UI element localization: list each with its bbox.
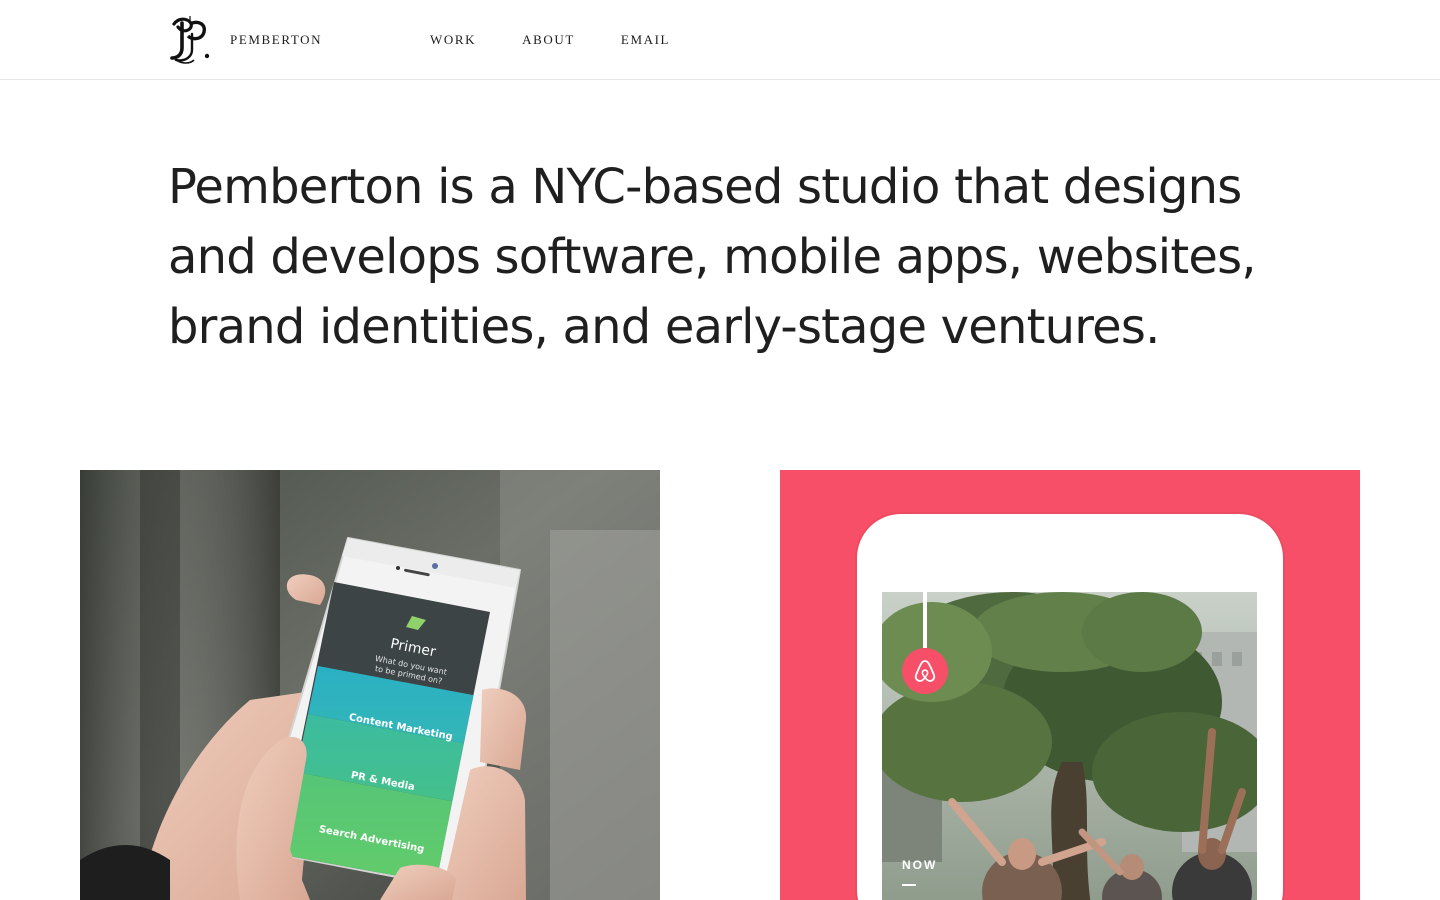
site-header: PEMBERTON WORK ABOUT EMAIL xyxy=(0,0,1440,80)
airbnb-phone-screen: NOW xyxy=(882,592,1257,900)
badge-pin-line xyxy=(923,592,927,648)
airbnb-belo-icon xyxy=(914,660,936,682)
primer-phone-photo xyxy=(80,470,660,900)
nav-work[interactable]: WORK xyxy=(430,32,476,48)
pemberton-logo-icon xyxy=(170,16,210,64)
project-tile-airbnb[interactable]: NOW xyxy=(780,470,1360,900)
airbnb-badge[interactable] xyxy=(902,648,948,694)
home-logo-link[interactable]: PEMBERTON xyxy=(168,14,322,66)
nav-about[interactable]: ABOUT xyxy=(522,32,575,48)
logo-wordmark: PEMBERTON xyxy=(230,32,323,47)
now-label: NOW xyxy=(902,858,938,872)
studio-intro: Pemberton is a NYC-based studio that des… xyxy=(168,159,1257,355)
now-underline xyxy=(902,884,916,886)
nav-email[interactable]: EMAIL xyxy=(621,32,670,48)
project-tile-primer[interactable]: Primer What do you want to be primed on?… xyxy=(80,470,660,900)
outdoor-yoga-photo xyxy=(882,592,1257,900)
main-nav: WORK ABOUT EMAIL xyxy=(430,0,716,80)
